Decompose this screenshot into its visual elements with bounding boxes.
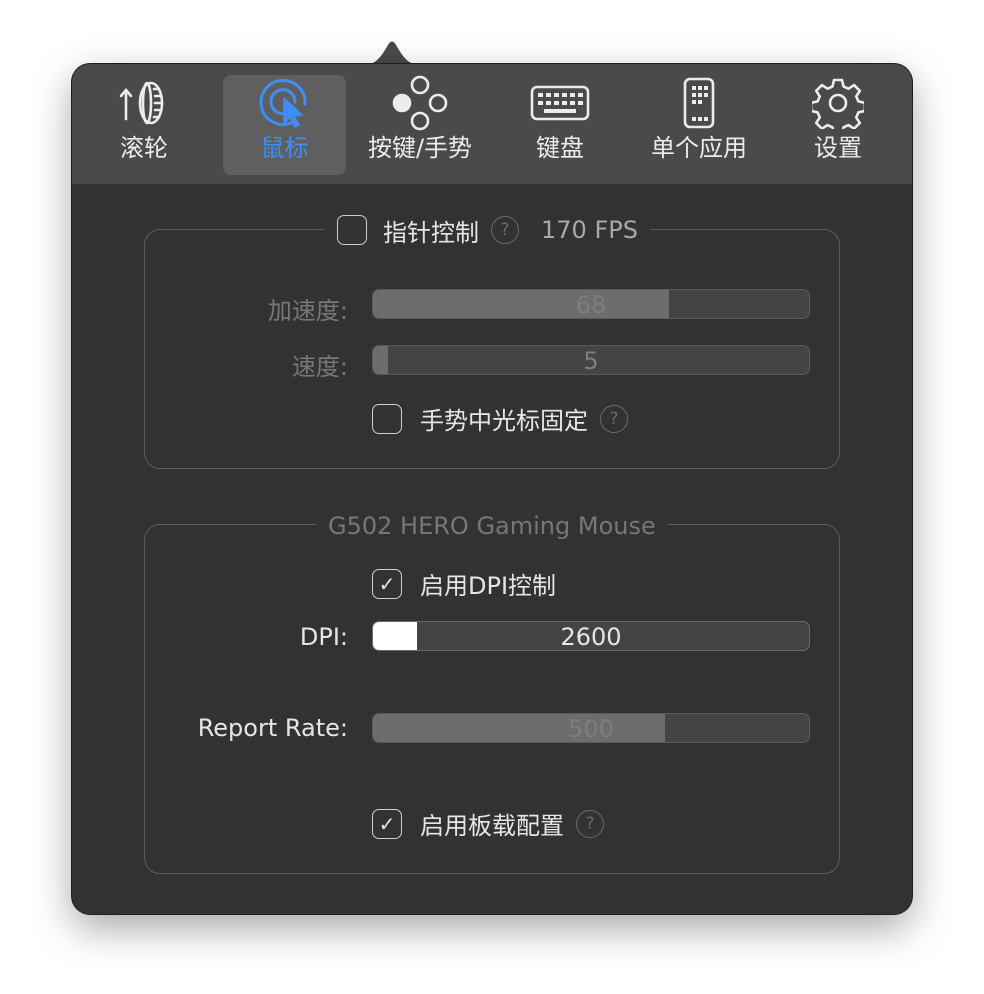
buttons-dots-icon [388,75,452,131]
tab-buttons-gestures[interactable]: 按键/手势 [354,75,486,175]
device-group-title: G502 HERO Gaming Mouse [316,506,668,546]
tab-mouse-label: 鼠标 [260,134,309,162]
dpi-value: 2600 [560,623,622,651]
fps-readout: 170 FPS [541,216,638,244]
toolbar: 滚轮 鼠标 按键/手势 键盘 单个应用 设置 [72,64,912,184]
onboard-label: 启用板载配置 [420,812,564,840]
tab-mouse[interactable]: 鼠标 [223,75,346,175]
scroll-wheel-icon [112,75,176,131]
report-rate-slider[interactable]: 500 [372,713,810,743]
dpi-enable-checkbox[interactable]: ✓ [372,568,402,599]
tab-per-app[interactable]: 单个应用 [637,75,761,175]
help-icon[interactable]: ? [600,404,628,433]
acceleration-label: 加速度: [267,297,348,325]
keyboard-icon [528,75,592,131]
gesture-lock-label: 手势中光标固定 [420,407,588,435]
mouse-settings-popover: 滚轮 鼠标 按键/手势 键盘 单个应用 设置 指针控制 ? 170 FPS 加速… [72,64,912,914]
speed-label: 速度: [291,353,348,381]
tab-scroll-label: 滚轮 [120,134,168,162]
cursor-click-icon [253,75,317,131]
speed-slider[interactable]: 5 [372,345,810,375]
tab-settings-label: 设置 [814,134,862,162]
onboard-checkbox[interactable]: ✓ [372,808,402,839]
dpi-label: DPI: [299,623,348,651]
tab-buttons-gestures-label: 按键/手势 [367,134,473,162]
pointer-control-legend: 指针控制 ? 170 FPS [325,210,650,250]
checkmark-icon: ✓ [378,571,396,596]
dpi-enable-row: ✓ 启用DPI控制 [372,566,556,601]
tab-keyboard[interactable]: 键盘 [502,75,618,175]
speed-value: 5 [583,347,599,375]
tab-keyboard-label: 键盘 [536,134,584,162]
pointer-control-checkbox[interactable] [337,215,367,245]
tab-settings[interactable]: 设置 [780,75,896,175]
acceleration-slider[interactable]: 68 [372,289,810,319]
phone-app-icon [667,75,731,131]
help-icon[interactable]: ? [576,809,604,838]
gear-icon [806,75,870,131]
pointer-control-label: 指针控制 [383,218,479,247]
checkmark-icon: ✓ [378,811,396,836]
tab-scroll[interactable]: 滚轮 [86,75,202,175]
help-icon[interactable]: ? [491,216,519,244]
report-rate-label: Report Rate: [197,714,348,742]
report-rate-value: 500 [568,715,614,743]
dpi-slider[interactable]: 2600 [372,621,810,651]
device-name: G502 HERO Gaming Mouse [328,512,656,540]
acceleration-value: 68 [575,291,607,319]
onboard-row: ✓ 启用板载配置 ? [372,806,604,841]
gesture-lock-checkbox[interactable] [372,403,402,434]
dpi-enable-label: 启用DPI控制 [420,572,557,600]
popover-arrow [360,41,424,66]
tab-per-app-label: 单个应用 [651,134,747,162]
gesture-lock-row: 手势中光标固定 ? [372,401,628,436]
